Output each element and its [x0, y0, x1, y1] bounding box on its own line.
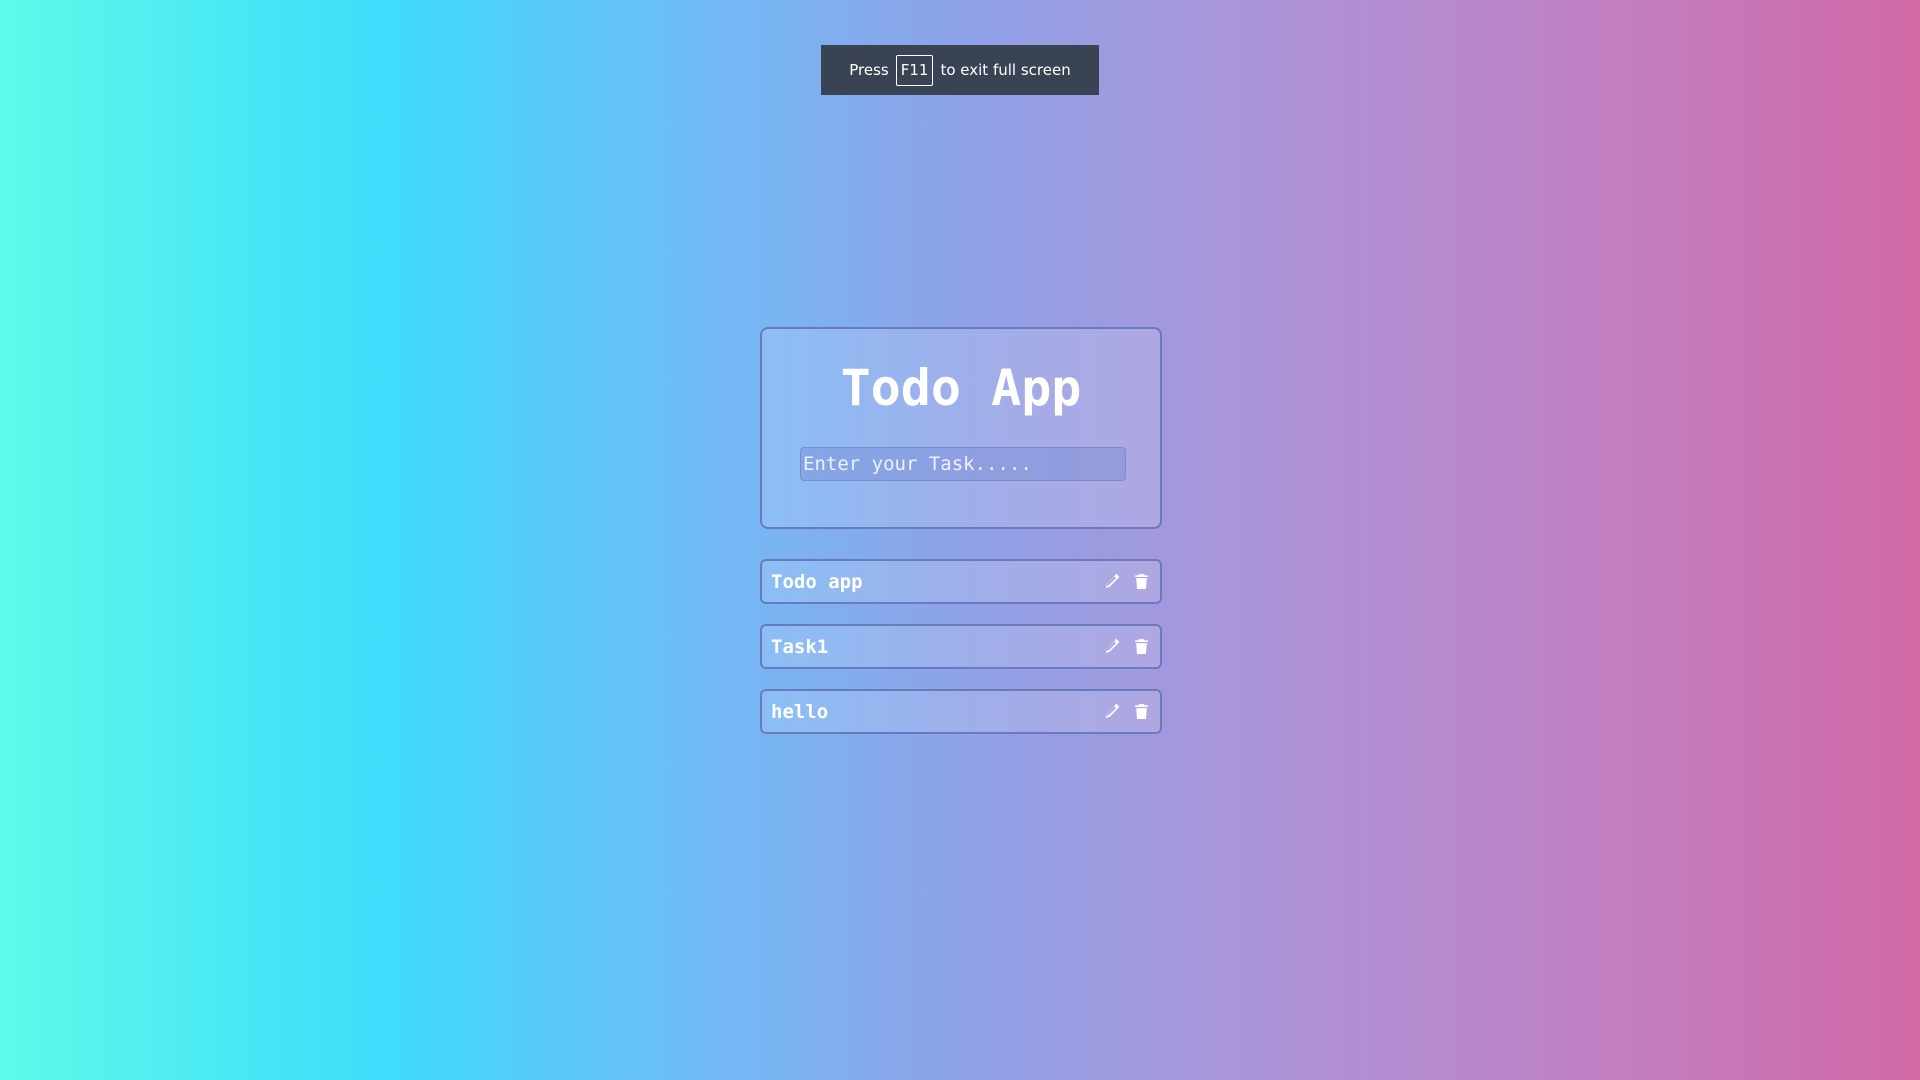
pencil-icon[interactable]	[1102, 703, 1120, 721]
app-title: Todo App	[840, 359, 1082, 417]
trash-icon[interactable]	[1132, 573, 1150, 591]
pencil-icon[interactable]	[1102, 573, 1120, 591]
task-input[interactable]	[800, 447, 1126, 481]
todo-item: Task1	[760, 624, 1162, 669]
f11-key-badge: F11	[895, 54, 934, 86]
todo-item: hello	[760, 689, 1162, 734]
fullscreen-notice-prefix: Press	[849, 61, 889, 79]
todo-actions	[1102, 703, 1150, 721]
todo-text: hello	[771, 700, 829, 723]
trash-icon[interactable]	[1132, 703, 1150, 721]
todo-actions	[1102, 573, 1150, 591]
todo-input-card: Todo App	[760, 327, 1162, 529]
todo-actions	[1102, 638, 1150, 656]
fullscreen-notice-suffix: to exit full screen	[940, 61, 1071, 79]
todo-list: Todo app Task1 hello	[760, 559, 1162, 754]
todo-text: Task1	[771, 635, 829, 658]
fullscreen-notice: Press F11 to exit full screen	[821, 45, 1099, 95]
todo-text: Todo app	[771, 570, 863, 593]
todo-item: Todo app	[760, 559, 1162, 604]
pencil-icon[interactable]	[1102, 638, 1120, 656]
trash-icon[interactable]	[1132, 638, 1150, 656]
